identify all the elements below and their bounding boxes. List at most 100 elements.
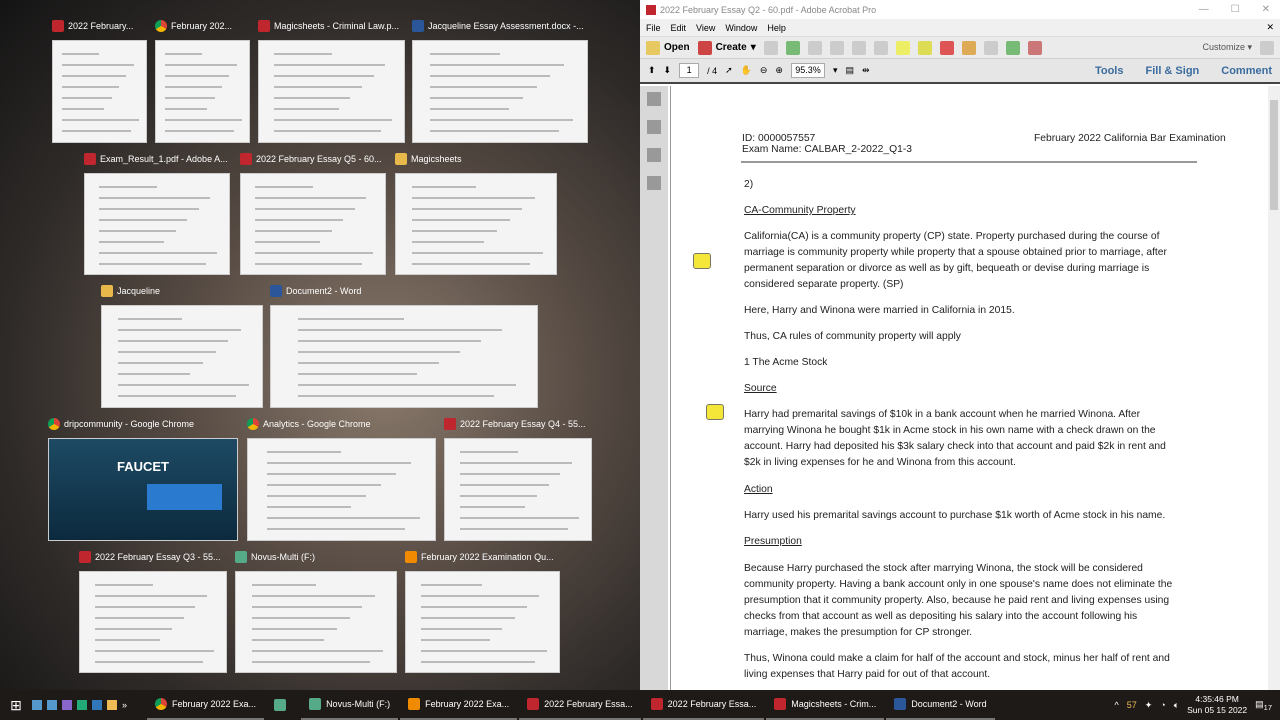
extract-icon[interactable] — [1005, 40, 1020, 55]
dropbox-icon[interactable]: ✦ — [1145, 700, 1153, 711]
fit-page-icon[interactable]: ▤ — [846, 65, 855, 76]
signatures-icon[interactable] — [647, 148, 661, 162]
create-button[interactable]: Create ▾ — [697, 40, 756, 55]
taskbar-item[interactable]: February 2022 Exa... — [147, 690, 265, 720]
acrobat-icon — [646, 4, 656, 15]
window-thumbnail[interactable]: 2022 February Essay Q3 - 55... — [79, 551, 227, 673]
zoom-in-icon[interactable]: ⊕ — [775, 65, 783, 76]
window-thumbnail[interactable]: 2022 February Essay Q4 - 55... — [444, 418, 592, 541]
bookmarks-icon[interactable] — [647, 120, 661, 134]
window-thumbnail[interactable]: 2022 February Essay Q5 - 60... — [240, 153, 386, 275]
stamp-icon[interactable] — [939, 40, 954, 55]
close-document-icon[interactable]: ✕ — [1266, 22, 1280, 33]
window-thumbnail[interactable]: Exam_Result_1.pdf - Adobe A... — [84, 153, 230, 275]
attachments-icon[interactable] — [647, 176, 661, 190]
window-title-text: Analytics - Google Chrome — [263, 419, 371, 429]
combine-icon[interactable] — [983, 40, 998, 55]
comment-note-icon[interactable] — [706, 404, 724, 420]
window-preview — [79, 571, 227, 673]
section-heading: Action — [744, 484, 773, 495]
email-icon[interactable] — [851, 40, 866, 55]
zoom-dropdown-icon[interactable]: ▾ — [833, 65, 838, 76]
task-view-icon[interactable] — [32, 700, 42, 710]
taskbar-item[interactable]: Document2 - Word — [886, 690, 995, 720]
exam-name: Exam Name: CALBAR_2-2022_Q1-3 — [742, 144, 912, 155]
page-number-input[interactable]: 1 — [679, 63, 700, 78]
comment-icon[interactable] — [895, 40, 910, 55]
window-thumbnail[interactable]: Jacqueline Essay Assessment.docx -... — [412, 20, 588, 143]
zoom-out-icon[interactable]: ⊖ — [760, 65, 768, 76]
window-thumbnail[interactable]: Jacqueline — [101, 285, 263, 408]
wifi-icon[interactable]: ◔ — [1160, 700, 1165, 710]
menu-help[interactable]: Help — [767, 23, 786, 33]
taskbar-item-label: 2022 February Essa... — [667, 699, 757, 709]
menu-file[interactable]: File — [646, 23, 661, 33]
taskbar-item[interactable]: 2022 February Essa... — [519, 690, 641, 720]
edit-icon[interactable] — [829, 40, 844, 55]
window-thumbnail[interactable]: February 202... — [155, 20, 250, 143]
window-preview — [247, 438, 436, 541]
window-thumbnail[interactable]: Novus-Multi (F:) — [235, 551, 397, 673]
window-title-text: 2022 February... — [68, 21, 134, 31]
taskbar-item[interactable]: Novus-Multi (F:) — [301, 690, 399, 720]
tools-tab[interactable]: Tools — [1095, 65, 1124, 77]
windows-start-icon[interactable]: ⊞ — [0, 697, 32, 714]
zoom-input[interactable]: 95.3% — [790, 63, 825, 78]
sign-icon[interactable] — [1027, 40, 1042, 55]
window-title-text: Novus-Multi (F:) — [251, 552, 316, 562]
taskbar-item[interactable]: February 2022 Exa... — [400, 690, 518, 720]
vertical-scrollbar[interactable] — [1268, 86, 1280, 690]
window-thumbnail[interactable]: Document2 - Word — [270, 285, 538, 408]
window-thumbnail[interactable]: Analytics - Google Chrome — [247, 418, 436, 541]
save-icon[interactable] — [763, 40, 778, 55]
cloud-icon[interactable] — [785, 40, 800, 55]
acrobat-window: 2022 February Essay Q2 - 60.pdf - Adobe … — [640, 0, 1280, 690]
window-title-text: 2022 February Essay Q5 - 60... — [256, 154, 382, 164]
volume-icon[interactable]: 🔈︎ — [1174, 700, 1179, 711]
excel-icon[interactable] — [77, 700, 87, 710]
taskbar-item-label: Novus-Multi (F:) — [326, 699, 391, 709]
taskbar-item[interactable]: Magicsheets - Crim... — [766, 690, 885, 720]
export-icon[interactable] — [961, 40, 976, 55]
page-thumbnails-icon[interactable] — [647, 92, 661, 106]
open-button[interactable]: Open — [646, 40, 690, 55]
print-icon[interactable] — [807, 40, 822, 55]
close-button[interactable]: ✕ — [1262, 4, 1270, 15]
next-page-icon[interactable]: ⬇ — [664, 65, 672, 76]
gear-icon[interactable] — [873, 40, 888, 55]
clock[interactable]: 4:35:46 PM Sun 05 15 2022 — [1187, 694, 1247, 716]
menu-view[interactable]: View — [696, 23, 715, 33]
taskbar-item[interactable] — [266, 690, 299, 720]
previous-page-icon[interactable]: ⬆ — [648, 65, 656, 76]
highlight-icon[interactable] — [917, 40, 932, 55]
pinned-app-icon[interactable] — [47, 700, 57, 710]
window-thumbnail[interactable]: Magicsheets — [395, 153, 557, 275]
notifications-button[interactable]: ▤17 — [1255, 699, 1272, 712]
word-icon[interactable] — [92, 700, 102, 710]
paragraph-line: checks from that account as well as depo… — [744, 611, 1138, 622]
window-thumbnail[interactable]: Magicsheets - Criminal Law.p... — [258, 20, 405, 143]
show-hidden-icons[interactable]: ^ — [1114, 700, 1118, 710]
onenote-icon[interactable] — [62, 700, 72, 710]
maximize-button[interactable]: ☐ — [1231, 4, 1240, 15]
customize-dropdown[interactable]: Customize ▾ — [1202, 42, 1252, 53]
window-thumbnail[interactable]: February 2022 Examination Qu... — [405, 551, 560, 673]
hand-tool-icon[interactable]: ✋ — [741, 65, 752, 76]
overflow-chevron-icon[interactable]: » — [122, 700, 127, 710]
comment-note-icon[interactable] — [693, 253, 711, 269]
expand-icon[interactable] — [1260, 40, 1274, 55]
menu-window[interactable]: Window — [725, 23, 757, 33]
select-tool-icon[interactable]: ➚ — [725, 65, 733, 76]
menu-edit[interactable]: Edit — [671, 23, 687, 33]
comment-tab[interactable]: Comment — [1221, 65, 1272, 77]
scrollbar-thumb[interactable] — [1270, 100, 1278, 210]
window-thumbnail[interactable]: dripcommunity - Google Chrome FAUCET — [48, 418, 238, 541]
fit-width-icon[interactable]: ⇹ — [862, 65, 870, 76]
battery-badge[interactable]: 57 — [1127, 700, 1137, 710]
file-explorer-icon[interactable] — [107, 700, 117, 710]
minimize-button[interactable]: — — [1199, 4, 1209, 15]
fill-sign-tab[interactable]: Fill & Sign — [1145, 65, 1199, 77]
pdf-icon — [52, 20, 64, 32]
taskbar-item[interactable]: 2022 February Essa... — [642, 690, 765, 720]
window-thumbnail[interactable]: 2022 February... — [52, 20, 147, 143]
